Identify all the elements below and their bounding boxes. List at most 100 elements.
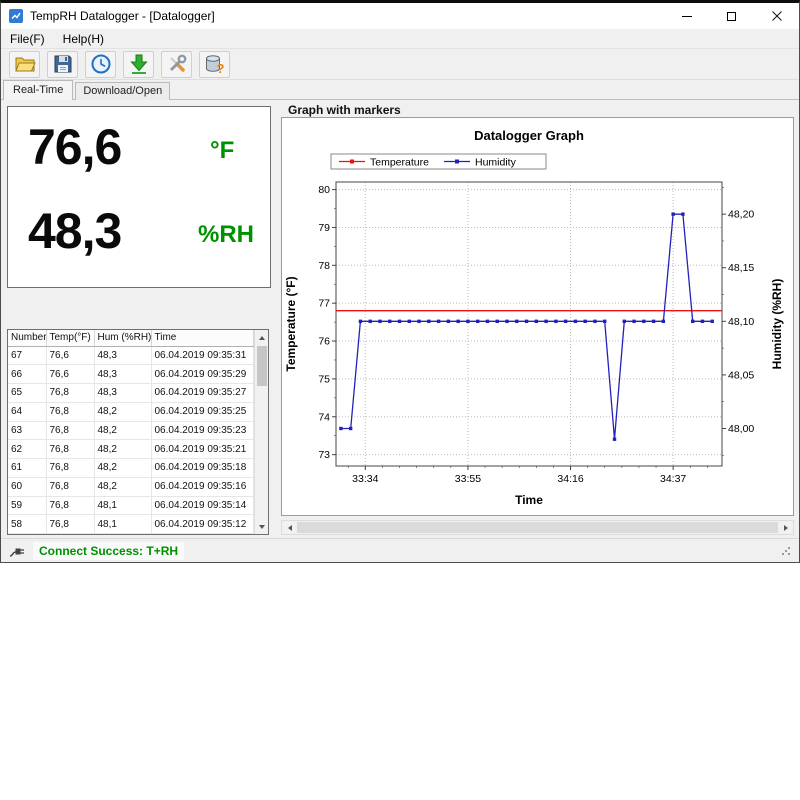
table-cell: 60 (8, 477, 46, 496)
table-cell: 06.04.2019 09:35:18 (151, 459, 253, 478)
table-cell: 48,2 (94, 477, 151, 496)
toolbar: ? (1, 48, 799, 80)
table-cell: 06.04.2019 09:35:29 (151, 365, 253, 384)
svg-text:33:34: 33:34 (352, 473, 378, 485)
tab-strip: Real-Time Download/Open (1, 80, 799, 100)
svg-text:76: 76 (318, 336, 330, 348)
column-header: Hum (%RH) (94, 330, 151, 346)
table-vertical-scrollbar[interactable] (254, 330, 269, 534)
menu-file[interactable]: File(F) (1, 31, 54, 47)
table-cell: 06.04.2019 09:35:25 (151, 402, 253, 421)
table-row[interactable]: 5876,848,106.04.2019 09:35:12 (8, 515, 253, 534)
column-header: Time (151, 330, 253, 346)
humidity-unit: %RH (198, 223, 254, 247)
open-folder-icon (14, 53, 36, 75)
table-cell: 06.04.2019 09:35:16 (151, 477, 253, 496)
arrow-down-icon (259, 525, 265, 529)
table-row[interactable]: 6476,848,206.04.2019 09:35:25 (8, 402, 253, 421)
window-controls (664, 3, 799, 29)
table-cell: 63 (8, 421, 46, 440)
svg-text:74: 74 (318, 411, 330, 423)
table-cell: 48,3 (94, 384, 151, 403)
scroll-right-button[interactable] (778, 521, 793, 534)
tab-download-open[interactable]: Download/Open (75, 82, 170, 100)
logger-settings-button[interactable] (161, 51, 192, 78)
arrow-up-icon (259, 336, 265, 340)
svg-text:34:37: 34:37 (660, 473, 686, 485)
table-cell: 06.04.2019 09:35:23 (151, 421, 253, 440)
table-row[interactable]: 6076,848,206.04.2019 09:35:16 (8, 477, 253, 496)
table-row[interactable]: 6676,648,306.04.2019 09:35:29 (8, 365, 253, 384)
table-cell: 48,2 (94, 402, 151, 421)
download-data-button[interactable] (123, 51, 154, 78)
table-cell: 76,8 (46, 496, 94, 515)
svg-text:80: 80 (318, 184, 330, 196)
table-cell: 76,6 (46, 365, 94, 384)
table-row[interactable]: 6576,848,306.04.2019 09:35:27 (8, 384, 253, 403)
clock-icon (90, 53, 112, 75)
temperature-value: 76,6 (28, 121, 121, 173)
svg-text:Humidity (%RH): Humidity (%RH) (770, 279, 784, 370)
table-cell: 48,1 (94, 496, 151, 515)
read-logger-button[interactable]: ? (199, 51, 230, 78)
table-cell: 76,8 (46, 440, 94, 459)
readings-table: NumberTemp(°F)Hum (%RH)Time 6776,648,306… (8, 330, 254, 534)
svg-text:75: 75 (318, 373, 330, 385)
table-row[interactable]: 6276,848,206.04.2019 09:35:21 (8, 440, 253, 459)
resize-grip[interactable] (781, 546, 791, 556)
readings-table-container: NumberTemp(°F)Hum (%RH)Time 6776,648,306… (7, 329, 269, 535)
menu-bar: File(F) Help(H) (1, 29, 799, 48)
tools-icon (166, 53, 188, 75)
menu-help[interactable]: Help(H) (54, 31, 113, 47)
arrow-right-icon (784, 525, 788, 531)
tab-real-time[interactable]: Real-Time (3, 80, 73, 100)
horizontal-scrollbar-thumb[interactable] (297, 522, 778, 533)
close-button[interactable] (754, 3, 799, 29)
table-row[interactable]: 5976,848,106.04.2019 09:35:14 (8, 496, 253, 515)
table-cell: 76,8 (46, 421, 94, 440)
table-cell: 48,1 (94, 515, 151, 534)
table-cell: 76,8 (46, 402, 94, 421)
column-header: Temp(°F) (46, 330, 94, 346)
scroll-up-button[interactable] (255, 330, 270, 345)
app-icon (8, 8, 24, 24)
chart-horizontal-scrollbar[interactable] (281, 520, 794, 535)
download-arrow-icon (128, 53, 150, 75)
svg-text:48,00: 48,00 (728, 423, 754, 435)
table-cell: 48,2 (94, 440, 151, 459)
table-cell: 76,8 (46, 477, 94, 496)
logger-time-setup-button[interactable] (85, 51, 116, 78)
table-cell: 76,8 (46, 384, 94, 403)
readings-table-body: 6776,648,306.04.2019 09:35:316676,648,30… (8, 346, 253, 534)
status-bar: Connect Success: T+RH (1, 538, 799, 562)
app-window: TempRH Datalogger - [Datalogger] File(F)… (0, 0, 800, 563)
graph-panel-label: Graph with markers (288, 103, 401, 117)
svg-text:Humidity: Humidity (475, 157, 517, 169)
table-row[interactable]: 6176,848,206.04.2019 09:35:18 (8, 459, 253, 478)
save-button[interactable] (47, 51, 78, 78)
column-header: Number (8, 330, 46, 346)
title-bar[interactable]: TempRH Datalogger - [Datalogger] (1, 3, 799, 29)
svg-text:73: 73 (318, 449, 330, 461)
table-cell: 48,2 (94, 459, 151, 478)
database-question-icon: ? (204, 53, 226, 75)
table-row[interactable]: 6376,848,206.04.2019 09:35:23 (8, 421, 253, 440)
table-cell: 76,8 (46, 515, 94, 534)
vertical-scrollbar-thumb[interactable] (257, 346, 267, 386)
open-file-button[interactable] (9, 51, 40, 78)
minimize-button[interactable] (664, 3, 709, 29)
table-cell: 06.04.2019 09:35:27 (151, 384, 253, 403)
connection-status: Connect Success: T+RH (33, 542, 184, 560)
table-cell: 48,3 (94, 346, 151, 365)
table-cell: 65 (8, 384, 46, 403)
table-cell: 76,8 (46, 459, 94, 478)
svg-text:78: 78 (318, 260, 330, 272)
table-cell: 06.04.2019 09:35:14 (151, 496, 253, 515)
svg-text:48,05: 48,05 (728, 369, 754, 381)
maximize-icon (727, 12, 736, 21)
scroll-down-button[interactable] (255, 519, 270, 534)
table-cell: 06.04.2019 09:35:31 (151, 346, 253, 365)
table-row[interactable]: 6776,648,306.04.2019 09:35:31 (8, 346, 253, 365)
maximize-button[interactable] (709, 3, 754, 29)
scroll-left-button[interactable] (282, 521, 297, 534)
